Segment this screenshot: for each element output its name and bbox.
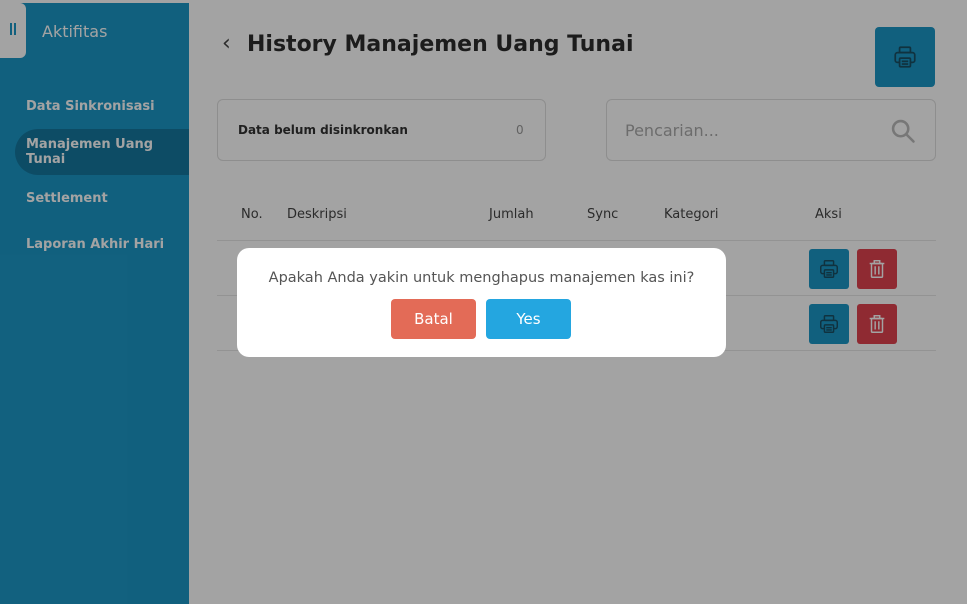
cancel-button[interactable]: Batal: [391, 299, 476, 339]
confirm-yes-button[interactable]: Yes: [486, 299, 571, 339]
dialog-message: Apakah Anda yakin untuk menghapus manaje…: [268, 270, 695, 286]
confirm-delete-dialog: Apakah Anda yakin untuk menghapus manaje…: [237, 248, 726, 357]
